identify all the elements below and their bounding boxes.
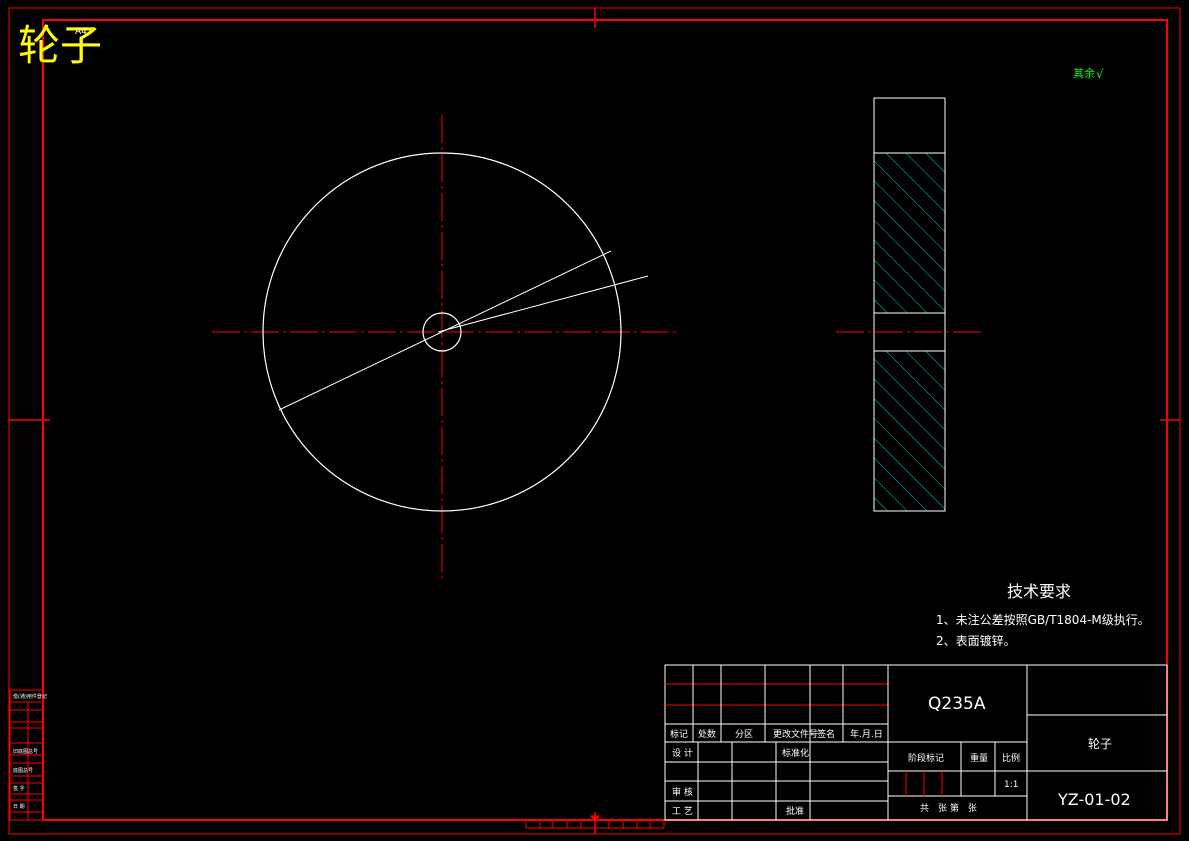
part-name-label: 轮子	[1088, 737, 1112, 751]
side-stamp-label: 日 期	[13, 804, 25, 810]
side-stamp-block: 借(通)用件登记 旧底图总号 底图总号 签 字 日 期	[9, 689, 47, 821]
engineering-drawing-sheet: 轮子 A4 其余 √ 技术要求 1、未注公差按照GB/T1804-M级执行。 2…	[8, 7, 1181, 835]
roughness-note-text: 其余	[1073, 66, 1095, 80]
roughness-note: 其余 √	[1073, 66, 1104, 81]
change-header-count: 处数	[698, 728, 716, 740]
title-block: Q235A 轮子 YZ-01-02 标记 处数 分区 更改文件号 签名 年.月.…	[664, 664, 1168, 821]
design-label: 设 计	[672, 747, 693, 759]
corner-mark-br	[1150, 804, 1168, 821]
tech-requirement-item: 1、未注公差按照GB/T1804-M级执行。	[936, 612, 1150, 627]
inner-frame	[42, 19, 1168, 821]
change-header-zone: 分区	[735, 729, 753, 740]
side-stamp-label: 签 字	[13, 785, 25, 792]
scale-label: 比例	[1002, 752, 1020, 764]
roughness-symbol-icon: √	[1096, 67, 1104, 81]
outer-frame	[8, 7, 1181, 835]
front-view	[212, 115, 678, 583]
drawing-number-label: YZ-01-02	[1057, 790, 1131, 809]
change-header-date: 年.月.日	[850, 728, 883, 740]
corner-mark-bl	[42, 804, 60, 821]
sheet-size-label: A4	[75, 27, 87, 37]
tech-requirements: 技术要求 1、未注公差按照GB/T1804-M级执行。 2、表面镀锌。	[936, 582, 1150, 648]
section-hatch-upper	[874, 153, 945, 313]
material-label: Q235A	[928, 694, 986, 714]
change-header-doc: 更改文件号	[773, 728, 818, 740]
side-stamp-label: 底图总号	[13, 767, 33, 774]
tech-requirements-heading: 技术要求	[1007, 582, 1071, 601]
change-header-mark: 标记	[670, 728, 688, 740]
diameter-leader-2	[437, 275, 649, 333]
scale-value: 1:1	[1004, 780, 1018, 790]
tech-requirement-item: 2、表面镀锌。	[936, 634, 1016, 648]
drawing-title: 轮子	[18, 21, 102, 70]
process-label: 工 艺	[672, 806, 693, 817]
approve-label: 批准	[786, 805, 804, 817]
weight-label: 重量	[970, 752, 988, 764]
change-header-signature: 签名	[817, 728, 835, 740]
sheets-label: 共 张 第 张	[920, 802, 977, 814]
stage-label: 阶段标记	[908, 752, 944, 764]
side-stamp-label: 借(通)用件登记	[13, 693, 47, 700]
section-view	[836, 97, 982, 512]
section-hatch-lower	[874, 351, 945, 511]
corner-mark-tr	[1150, 19, 1168, 36]
review-label: 审 核	[672, 786, 693, 798]
side-stamp-label: 旧底图总号	[13, 748, 38, 755]
standardize-label: 标准化	[782, 747, 809, 759]
